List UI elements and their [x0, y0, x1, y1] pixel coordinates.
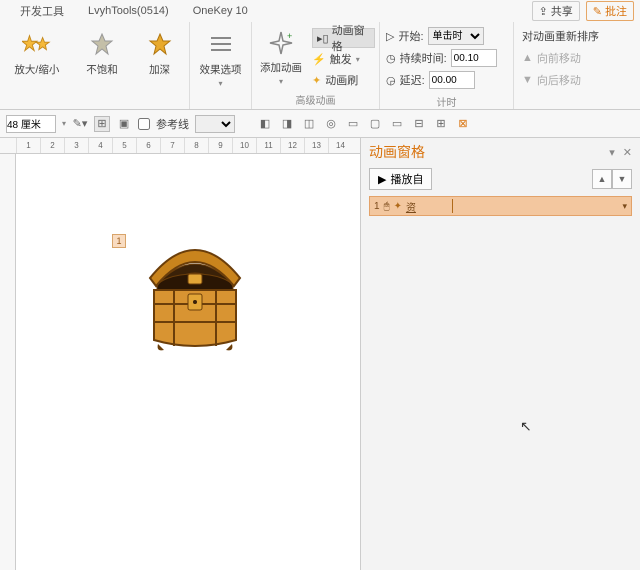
- pane-title: 动画窗格: [369, 142, 425, 162]
- delay-icon: ◶: [386, 74, 396, 87]
- guide-label: 参考线: [156, 116, 189, 132]
- animation-painter-button[interactable]: ✦ 动画刷: [312, 70, 375, 90]
- dropper-icon[interactable]: ✎▾: [72, 116, 88, 132]
- group-icon[interactable]: ▣: [116, 116, 132, 132]
- ruler-vertical: [0, 154, 16, 570]
- play-icon: ▶: [378, 173, 386, 186]
- trigger-button[interactable]: ⚡ 触发▾: [312, 49, 375, 69]
- pane-close-icon[interactable]: ✕: [623, 146, 632, 159]
- group-label: 高级动画: [256, 90, 375, 110]
- add-animation-button[interactable]: + 添加动画 ▾: [256, 26, 306, 88]
- tab-dev[interactable]: 开发工具: [8, 0, 76, 22]
- animation-list: 1 🖱 ✦ 资 ▾: [361, 192, 640, 220]
- delay-row: ◶ 延迟:: [386, 70, 507, 90]
- animation-tag[interactable]: 1: [112, 234, 126, 248]
- bolt-icon: ⚡: [312, 53, 326, 66]
- play-from-button[interactable]: ▶ 播放自: [369, 168, 432, 190]
- play-icon: ▷: [386, 30, 394, 43]
- tab-onekey[interactable]: OneKey 10: [181, 2, 260, 20]
- zoom-button[interactable]: 放大/缩小: [10, 28, 63, 79]
- tool-6-icon[interactable]: ▢: [367, 116, 383, 132]
- canvas-area: 1234567891011121314 1: [0, 138, 360, 570]
- cursor-icon: ↖: [520, 418, 532, 435]
- tool-9-icon[interactable]: ⊞: [433, 116, 449, 132]
- group-label: 计时: [384, 92, 509, 112]
- move-up-button[interactable]: ▲: [592, 169, 612, 189]
- chevron-down-icon: ▾: [218, 79, 222, 88]
- tool-4-icon[interactable]: ◎: [323, 116, 339, 132]
- mouse-icon: 🖱: [384, 201, 390, 212]
- move-earlier-button: ▲ 向前移动: [522, 48, 581, 68]
- move-later-button: ▼ 向后移动: [522, 70, 581, 90]
- tab-lvyh[interactable]: LvyhTools(0514): [76, 2, 181, 20]
- move-down-button[interactable]: ▼: [612, 169, 632, 189]
- annotate-button[interactable]: ✎批注: [586, 1, 634, 21]
- snap-icon[interactable]: ⊞: [94, 116, 110, 132]
- item-name: 资: [406, 199, 416, 214]
- timeline-bar: [452, 199, 453, 213]
- deep-button[interactable]: 加深: [141, 28, 179, 79]
- quick-toolbar: ▾ ✎▾ ⊞ ▣ 参考线 ◧ ◨ ◫ ◎ ▭ ▢ ▭ ⊟ ⊞ ⊠: [0, 110, 640, 138]
- start-select[interactable]: 单击时: [428, 27, 484, 45]
- pane-menu-icon[interactable]: ▾: [609, 146, 615, 159]
- guide-checkbox[interactable]: [138, 118, 150, 130]
- work-area: 1234567891011121314 1: [0, 138, 640, 570]
- star-gold-icon: [145, 30, 175, 60]
- slide-canvas[interactable]: 1: [16, 154, 360, 570]
- list-icon: [206, 30, 236, 60]
- item-index: 1: [374, 201, 380, 212]
- duration-row: ◷ 持续时间:: [386, 48, 507, 68]
- tool-8-icon[interactable]: ⊟: [411, 116, 427, 132]
- chevron-down-icon: ▾: [279, 77, 283, 86]
- tool-1-icon[interactable]: ◧: [257, 116, 273, 132]
- chest-object[interactable]: 1: [130, 230, 260, 360]
- ruler-horizontal: 1234567891011121314: [0, 138, 360, 154]
- chevron-down-icon[interactable]: ▾: [622, 201, 627, 212]
- treasure-chest-icon: [130, 230, 260, 360]
- share-button[interactable]: ⇪共享: [532, 1, 580, 21]
- star-pair-icon: [22, 30, 52, 60]
- clock-icon: ◷: [386, 52, 396, 65]
- zoom-input[interactable]: [6, 115, 56, 133]
- delay-input[interactable]: [429, 71, 475, 89]
- brush-icon: ✦: [312, 74, 321, 87]
- arrow-up-icon: ▲: [522, 52, 533, 64]
- start-row: ▷ 开始: 单击时: [386, 26, 507, 46]
- tool-3-icon[interactable]: ◫: [301, 116, 317, 132]
- animation-pane-button[interactable]: ▸▯ 动画窗格: [312, 28, 375, 48]
- arrow-down-icon: ▼: [522, 74, 533, 86]
- unsat-button[interactable]: 不饱和: [82, 28, 122, 79]
- ribbon-tabs: 开发工具 LvyhTools(0514) OneKey 10 ⇪共享 ✎批注: [0, 0, 640, 22]
- tool-10-icon[interactable]: ⊠: [455, 116, 471, 132]
- animation-item[interactable]: 1 🖱 ✦ 资 ▾: [369, 196, 632, 216]
- tool-2-icon[interactable]: ◨: [279, 116, 295, 132]
- star-grey-icon: [87, 30, 117, 60]
- reorder-label: 对动画重新排序: [522, 26, 599, 46]
- effect-options-button[interactable]: 效果选项 ▾: [196, 28, 246, 90]
- guide-select[interactable]: [195, 115, 235, 133]
- tool-7-icon[interactable]: ▭: [389, 116, 405, 132]
- sparkle-icon: +: [266, 28, 296, 58]
- pane-icon: ▸▯: [317, 32, 329, 45]
- ribbon: 放大/缩小 不饱和 加深 效果选项: [0, 22, 640, 110]
- svg-text:+: +: [287, 31, 292, 41]
- duration-input[interactable]: [451, 49, 497, 67]
- tool-5-icon[interactable]: ▭: [345, 116, 361, 132]
- animation-pane: 动画窗格 ▾ ✕ ▶ 播放自 ▲ ▼ 1 🖱 ✦ 资: [360, 138, 640, 570]
- effect-icon: ✦: [394, 201, 402, 212]
